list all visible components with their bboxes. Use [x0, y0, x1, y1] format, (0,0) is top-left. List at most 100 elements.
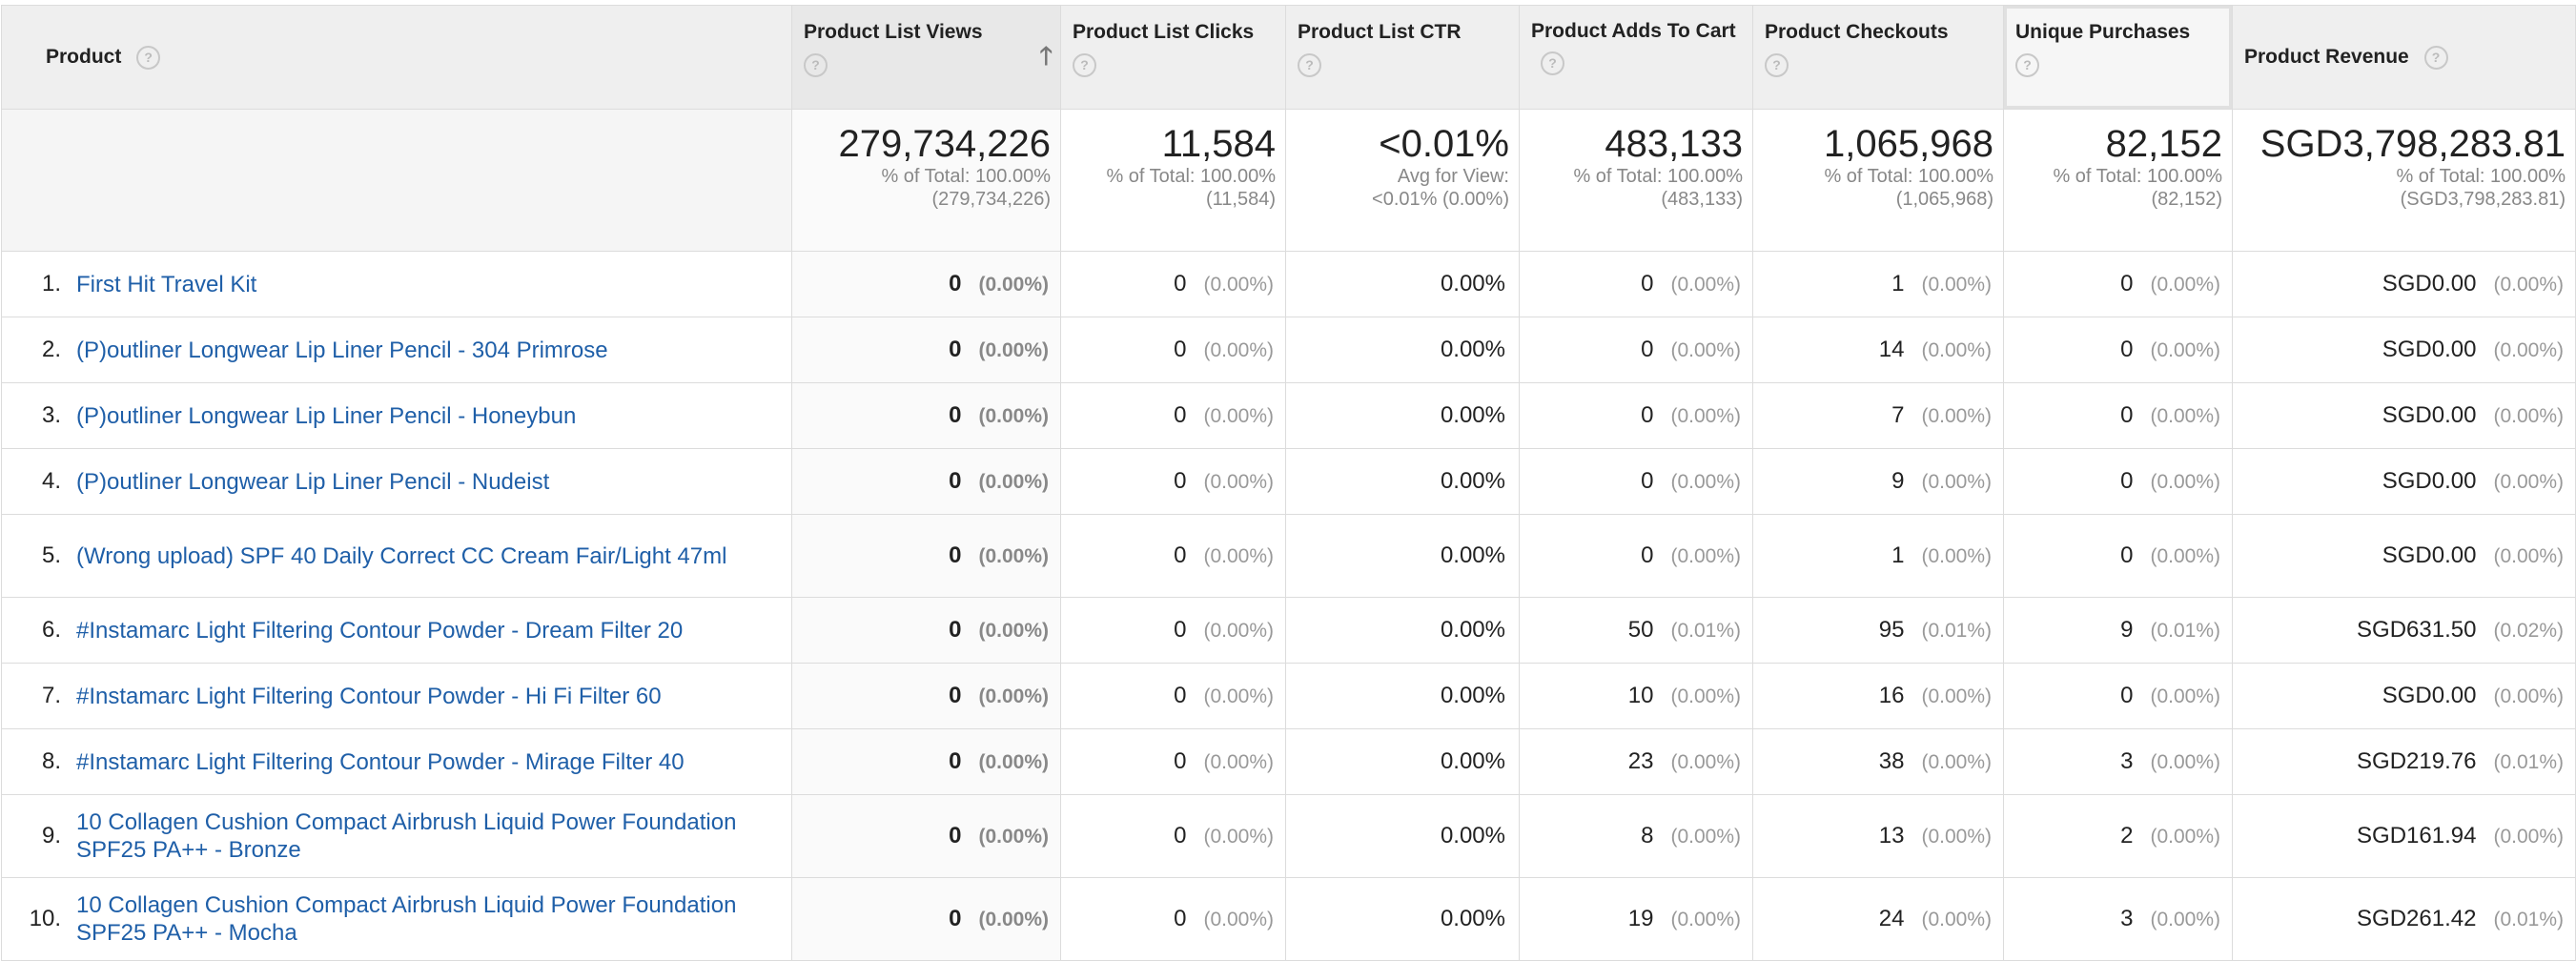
cell-percent: (0.00%)	[2493, 685, 2564, 707]
product-cell: 1. First Hit Travel Kit	[1, 251, 792, 317]
product-link[interactable]: (P)outliner Longwear Lip Liner Pencil - …	[76, 402, 753, 430]
column-header-product-revenue[interactable]: Product Revenue ?	[2232, 5, 2576, 110]
row-index: 10.	[29, 906, 61, 931]
cell-value: 0	[1174, 683, 1187, 708]
column-header-product-list-ctr[interactable]: Product List CTR ?	[1285, 5, 1520, 110]
product-list-ctr-cell: 0.00%	[1285, 728, 1520, 795]
revenue-cell: SGD0.00 (0.00%)	[2232, 251, 2576, 317]
help-icon[interactable]: ?	[136, 45, 161, 70]
cell-percent: (0.00%)	[2150, 545, 2220, 567]
product-link[interactable]: (Wrong upload) SPF 40 Daily Correct CC C…	[76, 542, 753, 570]
unique-purchases-cell: 0 (0.00%)	[2003, 382, 2233, 449]
product-list-ctr-cell: 0.00%	[1285, 251, 1520, 317]
row-index: 2.	[41, 337, 61, 363]
row-index: 1.	[41, 271, 61, 297]
cell-value: 0	[949, 617, 962, 643]
row-index: 9.	[41, 823, 61, 849]
checkouts-cell: 95 (0.01%)	[1752, 597, 2004, 664]
product-list-clicks-cell: 0 (0.00%)	[1060, 728, 1286, 795]
help-icon[interactable]: ?	[1541, 51, 1564, 75]
cell-value: 13	[1878, 823, 1905, 849]
cell-percent: (0.00%)	[2493, 545, 2564, 567]
product-list-ctr-cell: 0.00%	[1285, 597, 1520, 664]
product-list-views-cell: 0 (0.00%)	[791, 877, 1061, 961]
column-header-product[interactable]: Product ?	[1, 5, 792, 110]
column-header-unique-purchases[interactable]: Unique Purchases ?	[2003, 5, 2233, 110]
cell-percent: (0.00%)	[2493, 826, 2564, 848]
total-product-checkouts: 1,065,968 % of Total: 100.00% (1,065,968…	[1752, 109, 2004, 252]
cell-value: 0.00%	[1440, 823, 1505, 849]
unique-purchases-cell: 0 (0.00%)	[2003, 317, 2233, 383]
row-index: 6.	[41, 617, 61, 644]
product-link[interactable]: (P)outliner Longwear Lip Liner Pencil - …	[76, 337, 753, 364]
help-icon[interactable]: ?	[804, 53, 828, 77]
help-icon[interactable]: ?	[2423, 45, 2448, 70]
total-value: <0.01%	[1379, 123, 1509, 165]
cell-percent: (0.00%)	[978, 826, 1049, 848]
cell-value: SGD0.00	[2382, 271, 2477, 296]
product-link[interactable]: 10 Collagen Cushion Compact Airbrush Liq…	[76, 808, 753, 864]
product-list-views-cell: 0 (0.00%)	[791, 597, 1061, 664]
total-percent: % of Total: 100.00%	[1106, 166, 1276, 187]
cell-value: SGD0.00	[2382, 542, 2477, 568]
cell-percent: (0.00%)	[1203, 545, 1274, 567]
help-icon[interactable]: ?	[2015, 53, 2039, 77]
cell-value: 0	[1174, 906, 1187, 931]
table-row: 10. 10 Collagen Cushion Compact Airbrush …	[1, 877, 2576, 961]
adds-to-cart-cell: 50 (0.01%)	[1519, 597, 1753, 664]
product-list-views-cell: 0 (0.00%)	[791, 663, 1061, 729]
column-header-product-list-clicks[interactable]: Product List Clicks ?	[1060, 5, 1286, 110]
cell-value: 0	[949, 542, 962, 568]
cell-percent: (0.00%)	[978, 909, 1049, 930]
help-icon[interactable]: ?	[1298, 53, 1321, 77]
column-header-product-checkouts[interactable]: Product Checkouts ?	[1752, 5, 2004, 110]
cell-percent: (0.00%)	[978, 685, 1049, 707]
total-product-list-clicks: 11,584 % of Total: 100.00% (11,584)	[1060, 109, 1286, 252]
cell-value: SGD0.00	[2382, 468, 2477, 494]
help-icon[interactable]: ?	[1765, 53, 1789, 77]
cell-value: 10	[1627, 683, 1654, 708]
cell-value: 1	[1891, 542, 1905, 568]
cell-value: 38	[1878, 748, 1905, 774]
cell-percent: (0.00%)	[2150, 751, 2220, 773]
product-list-clicks-cell: 0 (0.00%)	[1060, 663, 1286, 729]
column-header-label: Product List Views	[804, 21, 983, 43]
cell-percent: (0.00%)	[2150, 471, 2220, 493]
product-link[interactable]: 10 Collagen Cushion Compact Airbrush Liq…	[76, 891, 753, 947]
product-link[interactable]: #Instamarc Light Filtering Contour Powde…	[76, 617, 753, 644]
total-avg-label: Avg for View:	[1397, 166, 1509, 187]
product-list-ctr-cell: 0.00%	[1285, 514, 1520, 598]
product-link[interactable]: #Instamarc Light Filtering Contour Powde…	[76, 748, 753, 776]
product-list-views-cell: 0 (0.00%)	[791, 317, 1061, 383]
total-value: 483,133	[1605, 123, 1743, 165]
cell-value: 3	[2120, 748, 2134, 774]
revenue-cell: SGD219.76 (0.01%)	[2232, 728, 2576, 795]
cell-value: SGD0.00	[2382, 683, 2477, 708]
adds-to-cart-cell: 0 (0.00%)	[1519, 514, 1753, 598]
product-link[interactable]: (P)outliner Longwear Lip Liner Pencil - …	[76, 468, 753, 496]
cell-value: 9	[2120, 617, 2134, 643]
cell-value: 0	[949, 823, 962, 849]
cell-percent: (0.00%)	[1203, 274, 1274, 296]
product-link[interactable]: #Instamarc Light Filtering Contour Powde…	[76, 683, 753, 710]
header-row: Product ? Product List Views ? 🡑 Product…	[1, 5, 2576, 110]
cell-percent: (0.00%)	[1670, 471, 1741, 493]
column-header-product-list-views[interactable]: Product List Views ? 🡑	[791, 5, 1061, 110]
table-row: 8. #Instamarc Light Filtering Contour Pow…	[1, 728, 2576, 795]
cell-percent: (0.00%)	[1670, 909, 1741, 930]
sort-ascending-icon[interactable]: 🡑	[1039, 38, 1053, 80]
column-header-product-adds-to-cart[interactable]: Product Adds To Cart ?	[1519, 5, 1753, 110]
revenue-cell: SGD161.94 (0.00%)	[2232, 794, 2576, 878]
product-link[interactable]: First Hit Travel Kit	[76, 271, 753, 298]
cell-value: 95	[1878, 617, 1905, 643]
cell-percent: (0.00%)	[978, 405, 1049, 427]
cell-percent: (0.00%)	[1921, 545, 1992, 567]
cell-percent: (0.00%)	[1921, 339, 1992, 361]
cell-percent: (0.00%)	[978, 545, 1049, 567]
table-row: 1. First Hit Travel Kit 0 (0.00%) 0 (0.00%)…	[1, 251, 2576, 317]
cell-value: 0	[2120, 337, 2134, 362]
cell-value: SGD161.94	[2357, 823, 2477, 849]
help-icon[interactable]: ?	[1073, 53, 1096, 77]
table-row: 4. (P)outliner Longwear Lip Liner Pencil …	[1, 448, 2576, 515]
cell-percent: (0.00%)	[2493, 274, 2564, 296]
